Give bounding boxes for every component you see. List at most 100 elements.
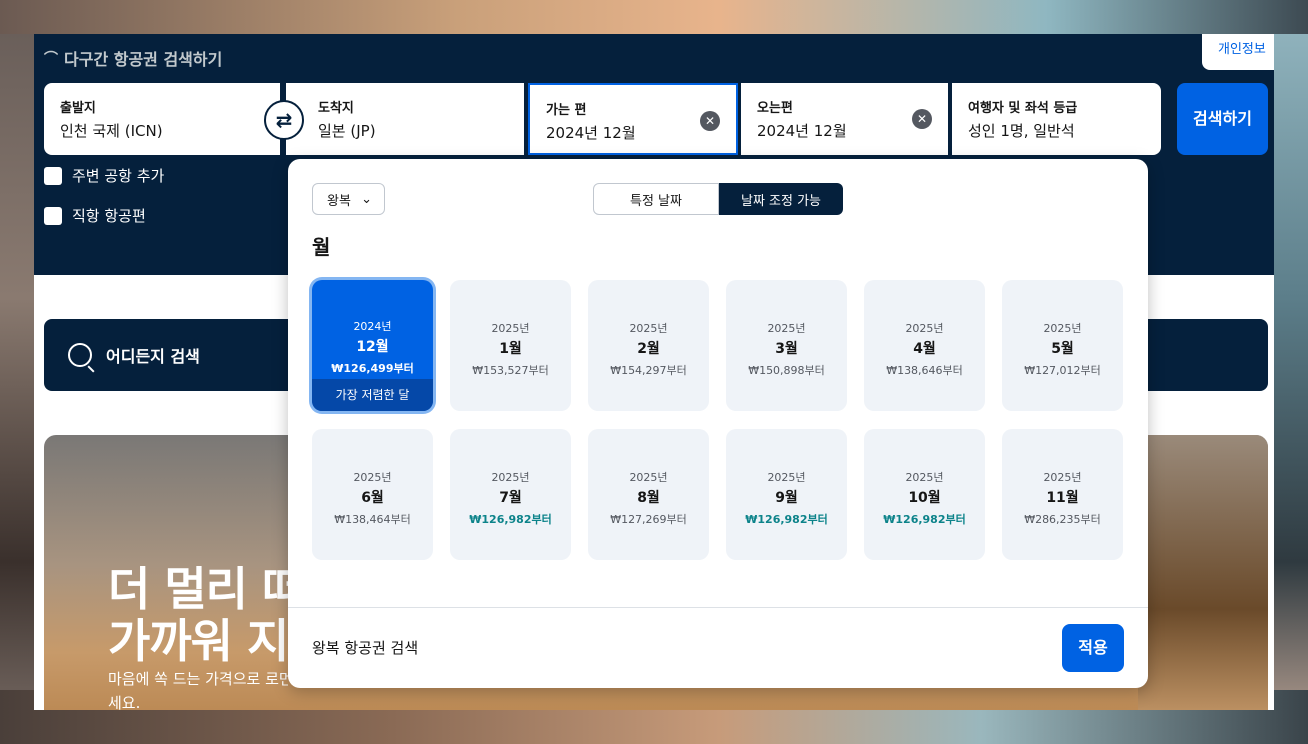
month-name: 8월 — [637, 490, 660, 506]
depart-date-field[interactable]: 가는 편 2024년 12월 ✕ — [528, 83, 738, 155]
month-price: ₩126,499부터 — [331, 362, 414, 375]
divider — [288, 607, 1148, 608]
destination-label: 도착지 — [318, 101, 354, 116]
month-card[interactable]: 2025년 5월 ₩127,012부터 — [1002, 280, 1123, 411]
month-card[interactable]: 2025년 2월 ₩154,297부터 — [588, 280, 709, 411]
page-title-text: 다구간 항공권 검색하기 — [64, 50, 223, 69]
month-year: 2025년 — [1043, 322, 1082, 335]
background-photo-right — [1274, 34, 1308, 694]
month-price: ₩126,982부터 — [745, 513, 828, 526]
month-year: 2025년 — [491, 322, 530, 335]
travellers-value: 성인 1명, 일반석 — [968, 122, 1075, 140]
checkbox-box[interactable] — [44, 166, 62, 185]
month-name: 3월 — [775, 341, 798, 357]
month-card[interactable]: 2025년 10월 ₩126,982부터 — [864, 429, 985, 560]
origin-label: 출발지 — [60, 101, 96, 116]
month-name: 12월 — [356, 339, 389, 355]
month-price: ₩126,982부터 — [469, 513, 552, 526]
return-date-field[interactable]: 오는편 2024년 12월 ✕ — [741, 83, 948, 155]
cheapest-month-badge: 가장 저렴한 달 — [312, 379, 433, 411]
month-price: ₩286,235부터 — [1024, 513, 1101, 526]
month-price: ₩154,297부터 — [610, 364, 687, 377]
tab-specific-date[interactable]: 특정 날짜 — [593, 183, 719, 215]
month-price: ₩126,982부터 — [883, 513, 966, 526]
clear-depart-icon[interactable]: ✕ — [700, 111, 720, 131]
multi-city-icon: ⌒ — [44, 51, 58, 67]
month-year: 2025년 — [1043, 471, 1082, 484]
month-card[interactable]: 2025년 3월 ₩150,898부터 — [726, 280, 847, 411]
month-card[interactable]: 2025년 7월 ₩126,982부터 — [450, 429, 571, 560]
nearby-airports-checkbox[interactable]: 주변 공항 추가 — [44, 165, 164, 186]
promo-title-line2: 가까워 지 — [108, 614, 289, 667]
depart-label: 가는 편 — [546, 103, 587, 118]
month-name: 10월 — [908, 490, 941, 506]
travellers-field[interactable]: 여행자 및 좌석 등급 성인 1명, 일반석 — [952, 83, 1161, 155]
month-heading: 월 — [312, 235, 331, 259]
return-flight-search-label: 왕복 항공권 검색 — [312, 639, 419, 657]
search-anywhere-label: 어디든지 검색 — [106, 347, 200, 366]
month-year: 2025년 — [353, 471, 392, 484]
destination-value: 일본 (JP) — [318, 122, 376, 140]
month-card[interactable]: 2025년 8월 ₩127,269부터 — [588, 429, 709, 560]
month-picker-popup: 왕복 ⌄ 특정 날짜 날짜 조정 가능 월 2024년 12월 ₩126,499… — [288, 159, 1148, 688]
return-label: 오는편 — [757, 101, 793, 116]
month-year: 2025년 — [905, 322, 944, 335]
tab-flexible-date[interactable]: 날짜 조정 가능 — [719, 183, 843, 215]
direct-flights-label: 직항 항공편 — [72, 207, 146, 225]
month-name: 6월 — [361, 490, 384, 506]
depart-value: 2024년 12월 — [546, 124, 636, 142]
month-price: ₩127,269부터 — [610, 513, 687, 526]
privacy-link[interactable]: 개인정보 — [1202, 34, 1274, 70]
month-year: 2025년 — [905, 471, 944, 484]
return-value: 2024년 12월 — [757, 122, 847, 140]
page-title: ⌒ 다구간 항공권 검색하기 — [44, 46, 222, 70]
trip-type-select[interactable]: 왕복 ⌄ — [312, 183, 385, 215]
promo-sub-line2: 세요. — [108, 694, 141, 710]
month-name: 2월 — [637, 341, 660, 357]
month-name: 5월 — [1051, 341, 1074, 357]
search-button[interactable]: 검색하기 — [1177, 83, 1268, 155]
month-price: ₩138,646부터 — [886, 364, 963, 377]
promo-subtitle: 마음에 쏙 드는 가격으로 로먼 세요. — [108, 667, 288, 710]
month-card[interactable]: 2025년 11월 ₩286,235부터 — [1002, 429, 1123, 560]
apply-button[interactable]: 적용 — [1062, 624, 1124, 672]
promo-sub-line1: 마음에 쏙 드는 가격으로 로먼 — [108, 670, 288, 688]
month-name: 9월 — [775, 490, 798, 506]
month-card[interactable]: 2025년 1월 ₩153,527부터 — [450, 280, 571, 411]
trip-type-value: 왕복 — [327, 193, 351, 209]
direct-flights-checkbox[interactable]: 직항 항공편 — [44, 205, 146, 226]
month-year: 2025년 — [767, 322, 806, 335]
date-mode-toggle: 특정 날짜 날짜 조정 가능 — [593, 183, 843, 215]
explore-search-icon — [68, 343, 92, 367]
month-name: 7월 — [499, 490, 522, 506]
background-photo-left — [0, 34, 34, 694]
promo-title: 더 멀리 떠 가까워 지 — [108, 563, 298, 667]
month-price: ₩138,464부터 — [334, 513, 411, 526]
travellers-label: 여행자 및 좌석 등급 — [968, 101, 1078, 116]
month-price: ₩153,527부터 — [472, 364, 549, 377]
destination-field[interactable]: 도착지 일본 (JP) — [286, 83, 524, 155]
promo-image — [1138, 435, 1268, 710]
month-card[interactable]: 2025년 9월 ₩126,982부터 — [726, 429, 847, 560]
month-name: 1월 — [499, 341, 522, 357]
month-year: 2025년 — [767, 471, 806, 484]
month-year: 2024년 — [353, 320, 392, 333]
month-card[interactable]: 2025년 4월 ₩138,646부터 — [864, 280, 985, 411]
checkbox-box[interactable] — [44, 206, 62, 225]
month-year: 2025년 — [491, 471, 530, 484]
chevron-down-icon: ⌄ — [361, 191, 372, 207]
month-name: 4월 — [913, 341, 936, 357]
month-year: 2025년 — [629, 471, 668, 484]
clear-return-icon[interactable]: ✕ — [912, 109, 932, 129]
month-card[interactable]: 2024년 12월 ₩126,499부터 가장 저렴한 달 — [312, 280, 433, 411]
month-price: ₩150,898부터 — [748, 364, 825, 377]
month-year: 2025년 — [629, 322, 668, 335]
origin-value: 인천 국제 (ICN) — [60, 122, 163, 140]
promo-title-line1: 더 멀리 떠 — [108, 563, 298, 616]
month-price: ₩127,012부터 — [1024, 364, 1101, 377]
month-card[interactable]: 2025년 6월 ₩138,464부터 — [312, 429, 433, 560]
swap-icon[interactable]: ⇄ — [264, 100, 304, 140]
nearby-airports-label: 주변 공항 추가 — [72, 167, 165, 185]
month-name: 11월 — [1046, 490, 1079, 506]
origin-field[interactable]: 출발지 인천 국제 (ICN) — [44, 83, 280, 155]
